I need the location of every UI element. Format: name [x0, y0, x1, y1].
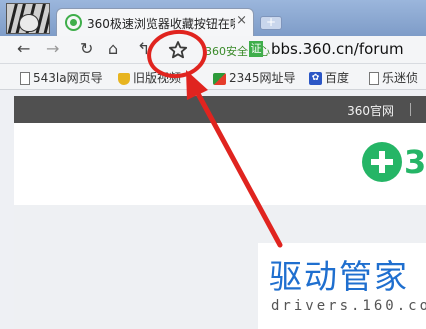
new-tab-button[interactable]: + [260, 16, 282, 30]
page-icon [369, 72, 379, 85]
360-browser-icon [65, 14, 82, 31]
site-top-bar: 360官网 [14, 96, 426, 123]
home-icon[interactable]: ⌂ [108, 39, 118, 58]
forward-icon[interactable]: → [46, 39, 59, 58]
tiger-face-icon [19, 14, 39, 32]
page-icon [20, 72, 30, 85]
tab-strip: 360极速浏览器收藏按钮在哪 × + [0, 0, 426, 36]
secure-badge-icon[interactable]: 证 [249, 41, 263, 57]
bookmarks-bar: 543la网页导 旧版视频 2345网址导 ✿ 百度 乐迷侦 [0, 64, 426, 90]
bookmark-item[interactable]: 乐迷侦 [369, 69, 418, 86]
reload-icon[interactable]: ↻ [80, 39, 93, 58]
bookmark-item[interactable]: 旧版视频 [118, 69, 181, 86]
tab-title: 360极速浏览器收藏按钮在哪 [87, 17, 235, 31]
favorite-star-icon[interactable] [168, 40, 188, 60]
address-bar[interactable]: bbs.360.cn/forum [271, 40, 426, 58]
2345-icon [213, 72, 226, 85]
bookmark-item[interactable]: ✿ 百度 [309, 69, 349, 86]
divider [410, 103, 411, 116]
watermark-url: drivers.160.com [271, 298, 426, 314]
profile-avatar[interactable] [6, 3, 50, 34]
paw-icon: ✿ [309, 72, 322, 85]
bookmark-item[interactable]: 2345网址导 [213, 69, 296, 86]
undo-icon[interactable]: ↰ [137, 39, 150, 58]
official-site-link[interactable]: 360官网 [347, 102, 394, 119]
browser-toolbar: ← → ↻ ⌂ ↰ 360安全中心 证 bbs.360.cn/forum [0, 36, 426, 64]
back-icon[interactable]: ← [17, 39, 30, 58]
bookmark-item[interactable]: 543la网页导 [20, 69, 103, 86]
tab-close-icon[interactable]: × [236, 13, 247, 28]
browser-tab[interactable]: 360极速浏览器收藏按钮在哪 × [56, 8, 254, 36]
logo-text: 3 [404, 143, 426, 181]
360-logo-icon[interactable] [362, 142, 402, 182]
watermark-title: 驱动管家 [269, 257, 409, 296]
trophy-icon [118, 72, 130, 85]
